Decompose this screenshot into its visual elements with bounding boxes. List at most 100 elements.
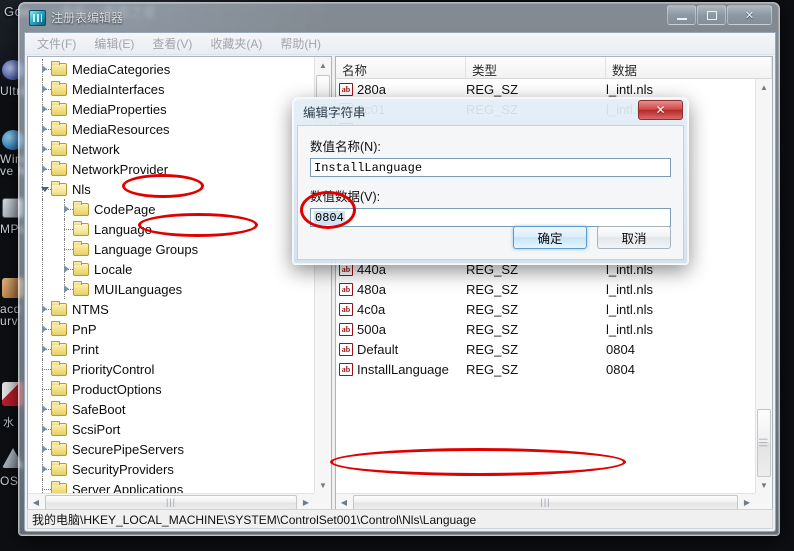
tree-guide-line xyxy=(42,109,51,110)
tree-node-mediainterfaces[interactable]: MediaInterfaces xyxy=(28,79,314,99)
list-scroll-left-icon[interactable]: ◀ xyxy=(336,494,352,510)
tree-indent xyxy=(28,339,40,359)
tree-guide-line xyxy=(64,249,73,250)
menu-edit[interactable]: 编辑(E) xyxy=(85,33,143,54)
edit-string-dialog: 编辑字符串 ✕ 数值名称(N): InstallLanguage 数值数据(V)… xyxy=(292,97,689,265)
tree-node-server-applications[interactable]: Server Applications xyxy=(28,479,314,493)
tree-node-language[interactable]: Language xyxy=(28,219,314,239)
title-bar[interactable]: 注册表编辑器 ✕ xyxy=(24,3,774,32)
list-horizontal-scrollbar[interactable]: ◀ ||| ▶ xyxy=(336,493,755,510)
tree-node-print[interactable]: Print xyxy=(28,339,314,359)
column-header-type[interactable]: 类型 xyxy=(466,57,606,78)
tree-node-mediaproperties[interactable]: MediaProperties xyxy=(28,99,314,119)
tree-scroll-down-icon[interactable]: ▼ xyxy=(315,477,331,493)
menu-favorites[interactable]: 收藏夹(A) xyxy=(201,33,271,54)
table-row[interactable]: ab500aREG_SZl_intl.nls xyxy=(336,319,755,339)
close-button[interactable]: ✕ xyxy=(727,5,772,25)
menu-help[interactable]: 帮助(H) xyxy=(271,33,330,54)
tree-guide-line xyxy=(42,449,51,450)
tree-indent xyxy=(28,299,40,319)
tree-guide-line xyxy=(42,429,51,430)
list-scroll-thumb[interactable]: ||| xyxy=(757,409,771,477)
tree-node-prioritycontrol[interactable]: PriorityControl xyxy=(28,359,314,379)
tree-guide-line xyxy=(42,329,51,330)
folder-open-icon xyxy=(51,183,67,196)
value-data-input[interactable]: 0804 xyxy=(310,208,671,227)
tree-node-locale[interactable]: Locale xyxy=(28,259,314,279)
tree-hscroll-thumb[interactable]: ||| xyxy=(45,495,297,510)
tree-guide-line xyxy=(42,189,51,190)
tree-node-pnp[interactable]: PnP xyxy=(28,319,314,339)
list-vertical-scrollbar[interactable]: ▲ ||| ▼ xyxy=(755,79,772,493)
tree-guide-line xyxy=(42,409,51,410)
folder-icon xyxy=(51,463,67,476)
tree-indent xyxy=(28,219,62,239)
tree-node-label: PnP xyxy=(71,322,97,337)
minimize-button[interactable] xyxy=(667,5,696,25)
folder-icon xyxy=(73,243,89,256)
tree-scroll-right-icon[interactable]: ▶ xyxy=(298,494,314,510)
tree-scroll-corner xyxy=(314,493,331,510)
value-name-cell: abDefault xyxy=(336,342,466,357)
column-header-name[interactable]: 名称 xyxy=(336,57,466,78)
tree-indent xyxy=(28,199,62,219)
tree-node-networkprovider[interactable]: NetworkProvider xyxy=(28,159,314,179)
tree-scroll-up-icon[interactable]: ▲ xyxy=(315,57,331,73)
tree-node-label: NetworkProvider xyxy=(71,162,168,177)
list-scroll-down-icon[interactable]: ▼ xyxy=(756,477,772,493)
value-data-cell: 0804 xyxy=(606,362,755,377)
table-row[interactable]: abInstallLanguageREG_SZ0804 xyxy=(336,359,755,379)
column-header-data[interactable]: 数据 xyxy=(606,57,772,78)
tree-guide-line xyxy=(42,489,51,490)
tree-node-mediacategories[interactable]: MediaCategories xyxy=(28,59,314,79)
folder-icon xyxy=(51,143,67,156)
tree-node-language-groups[interactable]: Language Groups xyxy=(28,239,314,259)
tree-node-nls[interactable]: Nls xyxy=(28,179,314,199)
table-row[interactable]: abDefaultREG_SZ0804 xyxy=(336,339,755,359)
tree-node-label: MUILanguages xyxy=(93,282,182,297)
dialog-close-button[interactable]: ✕ xyxy=(638,100,683,120)
tree-node-securepipeservers[interactable]: SecurePipeServers xyxy=(28,439,314,459)
tree-guide-line xyxy=(64,289,73,290)
tree-guide-line xyxy=(42,199,43,219)
tree-node-codepage[interactable]: CodePage xyxy=(28,199,314,219)
tree-guide-line xyxy=(42,219,43,239)
dialog-title-bar[interactable]: 编辑字符串 ✕ xyxy=(297,98,684,125)
maximize-button[interactable] xyxy=(697,5,726,25)
minimize-icon xyxy=(677,18,687,20)
tree-node-label: ScsiPort xyxy=(71,422,120,437)
registry-tree[interactable]: MediaCategoriesMediaInterfacesMediaPrope… xyxy=(28,57,314,493)
folder-icon xyxy=(51,423,67,436)
menu-view[interactable]: 查看(V) xyxy=(143,33,201,54)
string-value-icon: ab xyxy=(339,83,353,96)
value-name-text: 4c0a xyxy=(357,302,385,317)
tree-scroll-left-icon[interactable]: ◀ xyxy=(28,494,44,510)
tree-horizontal-scrollbar[interactable]: ◀ ||| ▶ xyxy=(28,493,314,510)
list-scroll-right-icon[interactable]: ▶ xyxy=(739,494,755,510)
table-row[interactable]: ab280aREG_SZl_intl.nls xyxy=(336,79,755,99)
value-name-text: InstallLanguage xyxy=(357,362,449,377)
menu-file[interactable]: 文件(F) xyxy=(28,33,85,54)
tree-node-label: SecurePipeServers xyxy=(71,442,184,457)
list-scroll-up-icon[interactable]: ▲ xyxy=(756,79,772,95)
value-data-label: 数值数据(V): xyxy=(310,186,671,205)
table-row[interactable]: ab480aREG_SZl_intl.nls xyxy=(336,279,755,299)
tree-node-label: PriorityControl xyxy=(71,362,154,377)
value-name-input[interactable]: InstallLanguage xyxy=(310,158,671,177)
tree-guide-line xyxy=(42,369,51,370)
tree-node-muilanguages[interactable]: MUILanguages xyxy=(28,279,314,299)
tree-node-mediaresources[interactable]: MediaResources xyxy=(28,119,314,139)
tree-node-ntms[interactable]: NTMS xyxy=(28,299,314,319)
table-row[interactable]: ab4c0aREG_SZl_intl.nls xyxy=(336,299,755,319)
tree-indent xyxy=(28,419,40,439)
tree-node-productoptions[interactable]: ProductOptions xyxy=(28,379,314,399)
list-hscroll-thumb[interactable]: ||| xyxy=(353,495,738,510)
ok-button[interactable]: 确定 xyxy=(513,226,587,249)
tree-node-safeboot[interactable]: SafeBoot xyxy=(28,399,314,419)
cancel-button[interactable]: 取消 xyxy=(597,226,671,249)
tree-node-scsiport[interactable]: ScsiPort xyxy=(28,419,314,439)
tree-node-securityproviders[interactable]: SecurityProviders xyxy=(28,459,314,479)
value-type-cell: REG_SZ xyxy=(466,302,606,317)
close-icon: ✕ xyxy=(655,103,665,117)
tree-node-network[interactable]: Network xyxy=(28,139,314,159)
